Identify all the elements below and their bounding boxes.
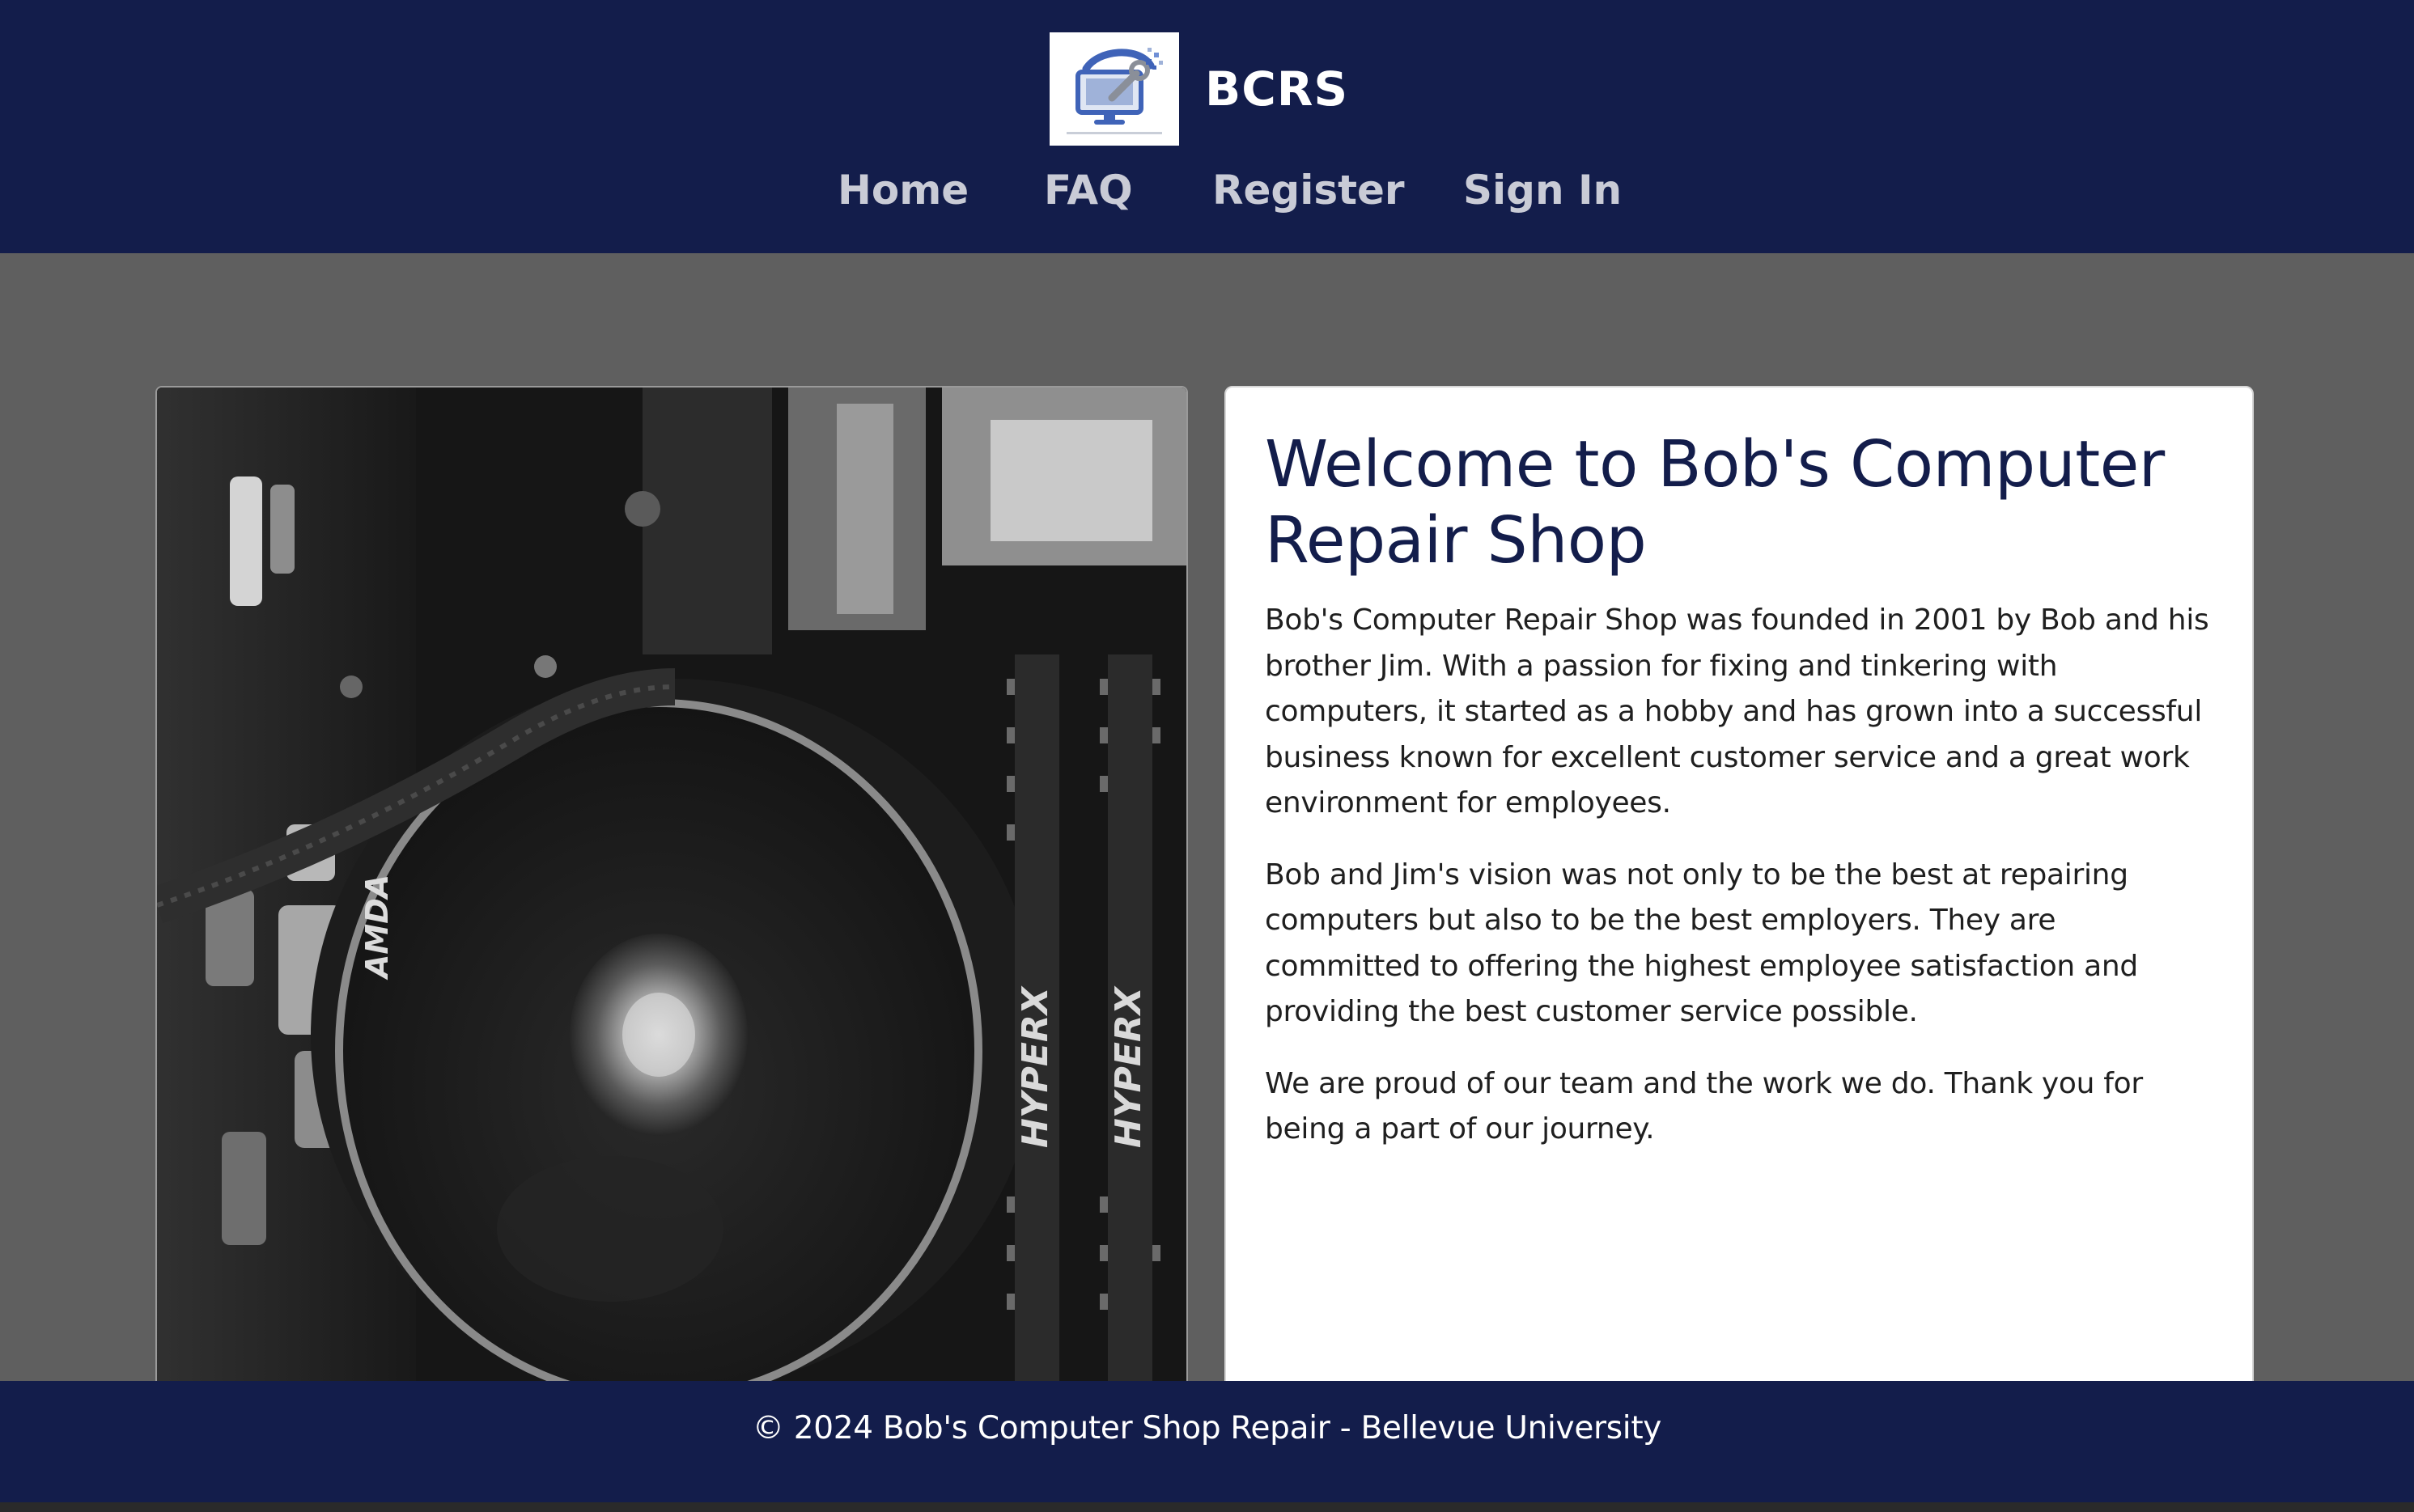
nav-register[interactable]: Register xyxy=(1212,167,1405,214)
about-paragraph-2: Bob and Jim's vision was not only to be … xyxy=(1265,858,2138,1029)
ram-label-1: HYPERX xyxy=(1015,985,1056,1148)
site-header: BCRS Home FAQ Register Sign In xyxy=(0,0,2414,253)
main-nav: Home FAQ Register Sign In xyxy=(0,167,2414,223)
nav-home[interactable]: Home xyxy=(838,167,969,214)
hero-image-card: HYPERX HYPERX AMDA xyxy=(155,386,1188,1425)
page-title: Welcome to Bob's Computer Repair Shop xyxy=(1265,427,2165,578)
window-bottom-edge xyxy=(0,1502,2414,1512)
brand[interactable]: BCRS xyxy=(1050,32,1348,146)
pc-fan-photo: HYPERX HYPERX AMDA xyxy=(157,388,1186,1423)
welcome-card: Welcome to Bob's Computer Repair Shop Bo… xyxy=(1224,386,2254,1429)
footer-copyright: © 2024 Bob's Computer Shop Repair - Bell… xyxy=(752,1410,1662,1446)
site-footer: © 2024 Bob's Computer Shop Repair - Bell… xyxy=(0,1381,2414,1502)
nav-faq[interactable]: FAQ xyxy=(1044,167,1133,214)
cpu-brand-label: AMDA xyxy=(359,875,395,980)
about-paragraph-3: We are proud of our team and the work we… xyxy=(1265,1066,2143,1146)
ram-label-2: HYPERX xyxy=(1108,985,1149,1148)
computer-repair-logo-icon[interactable] xyxy=(1050,32,1179,146)
about-paragraph-1: Bob's Computer Repair Shop was founded i… xyxy=(1265,604,2209,820)
brand-name[interactable]: BCRS xyxy=(1205,61,1348,116)
nav-sign-in[interactable]: Sign In xyxy=(1463,167,1622,214)
